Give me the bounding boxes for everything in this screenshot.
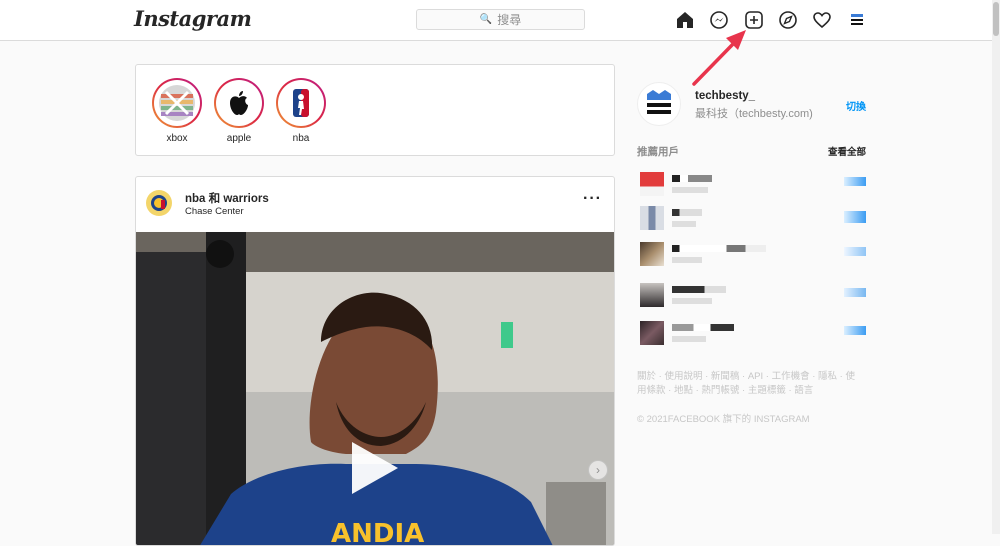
instagram-logo[interactable]: Instagram bbox=[134, 6, 252, 31]
follow-button-redacted[interactable] bbox=[844, 326, 866, 335]
search-input[interactable]: 🔍 搜尋 bbox=[416, 9, 585, 30]
follow-button-redacted[interactable] bbox=[844, 177, 866, 186]
switch-account-link[interactable]: 切換 bbox=[846, 98, 866, 113]
story-label: nba bbox=[292, 133, 310, 144]
story-label: xbox bbox=[166, 133, 188, 144]
svg-text:ANDIA: ANDIA bbox=[331, 519, 424, 546]
more-options-icon[interactable]: ··· bbox=[583, 191, 602, 207]
suggestion-meta-redacted bbox=[672, 257, 702, 263]
suggestion-row bbox=[640, 172, 866, 198]
suggestion-row bbox=[640, 321, 866, 347]
footer-links[interactable]: 關於 · 使用說明 · 新聞稿 · API · 工作機會 · 隱私 · 使用條款… bbox=[637, 370, 857, 398]
story-ring bbox=[276, 78, 326, 128]
suggestion-username-redacted[interactable] bbox=[672, 175, 712, 182]
post-video[interactable]: ANDIA › bbox=[136, 232, 614, 546]
xbox-logo bbox=[156, 82, 198, 124]
suggestion-username-redacted[interactable] bbox=[672, 286, 726, 293]
suggestion-avatar[interactable] bbox=[640, 172, 664, 196]
top-nav-bar: Instagram 🔍 搜尋 bbox=[0, 0, 1000, 41]
story-item-nba[interactable]: nba bbox=[273, 78, 329, 144]
story-item-xbox[interactable]: xbox bbox=[149, 78, 205, 144]
suggestion-avatar[interactable] bbox=[640, 242, 664, 266]
follow-button-redacted[interactable] bbox=[844, 247, 866, 256]
suggestion-meta-redacted bbox=[672, 221, 696, 227]
suggestion-username-redacted[interactable] bbox=[672, 324, 734, 331]
suggestion-username-redacted[interactable] bbox=[672, 245, 766, 252]
suggestion-avatar[interactable] bbox=[640, 206, 664, 230]
current-display-name: 最科技（techbesty.com) bbox=[695, 108, 813, 120]
copyright-text: © 2021FACEBOOK 旗下的 INSTAGRAM bbox=[637, 414, 810, 425]
scrollbar-thumb[interactable] bbox=[993, 2, 999, 36]
story-ring bbox=[152, 78, 202, 128]
story-label: apple bbox=[226, 133, 252, 144]
suggestion-avatar[interactable] bbox=[640, 321, 664, 345]
activity-heart-icon[interactable] bbox=[811, 9, 833, 31]
play-icon[interactable] bbox=[352, 442, 398, 494]
feed-post: nba 和 warriors Chase Center ··· ANDIA › bbox=[135, 176, 615, 546]
explore-icon[interactable] bbox=[777, 9, 799, 31]
suggestion-meta-redacted bbox=[672, 298, 712, 304]
story-ring bbox=[214, 78, 264, 128]
follow-button-redacted[interactable] bbox=[844, 288, 866, 297]
suggestion-row bbox=[640, 283, 866, 309]
nba-logo bbox=[280, 82, 322, 124]
home-icon[interactable] bbox=[674, 9, 696, 31]
apple-logo bbox=[218, 82, 260, 124]
search-placeholder: 搜尋 bbox=[497, 13, 522, 27]
suggestion-username-redacted[interactable] bbox=[672, 209, 702, 216]
chevron-right-icon[interactable]: › bbox=[588, 460, 608, 480]
suggestion-row bbox=[640, 206, 866, 232]
suggestion-meta-redacted bbox=[672, 187, 708, 193]
story-item-apple[interactable]: apple bbox=[211, 78, 267, 144]
messenger-icon[interactable] bbox=[708, 9, 730, 31]
profile-avatar[interactable] bbox=[846, 9, 868, 31]
post-avatar[interactable] bbox=[146, 190, 172, 216]
current-user-avatar[interactable] bbox=[637, 82, 681, 126]
stories-tray: xbox apple nba bbox=[135, 64, 615, 156]
see-all-link[interactable]: 查看全部 bbox=[828, 144, 866, 158]
post-location[interactable]: Chase Center bbox=[185, 206, 244, 217]
suggestion-row bbox=[640, 242, 866, 268]
follow-button-redacted[interactable] bbox=[844, 211, 866, 223]
suggestion-avatar[interactable] bbox=[640, 283, 664, 307]
scrollbar[interactable] bbox=[992, 0, 1000, 534]
suggestion-meta-redacted bbox=[672, 336, 706, 342]
post-username[interactable]: nba 和 warriors bbox=[185, 190, 269, 206]
suggestions-title: 推薦用戶 bbox=[637, 146, 679, 158]
post-header: nba 和 warriors Chase Center ··· bbox=[136, 177, 614, 232]
video-frame: ANDIA bbox=[136, 232, 614, 546]
new-post-icon[interactable] bbox=[743, 9, 765, 31]
search-icon: 🔍 bbox=[479, 14, 493, 25]
current-username[interactable]: techbesty_ bbox=[695, 90, 755, 102]
